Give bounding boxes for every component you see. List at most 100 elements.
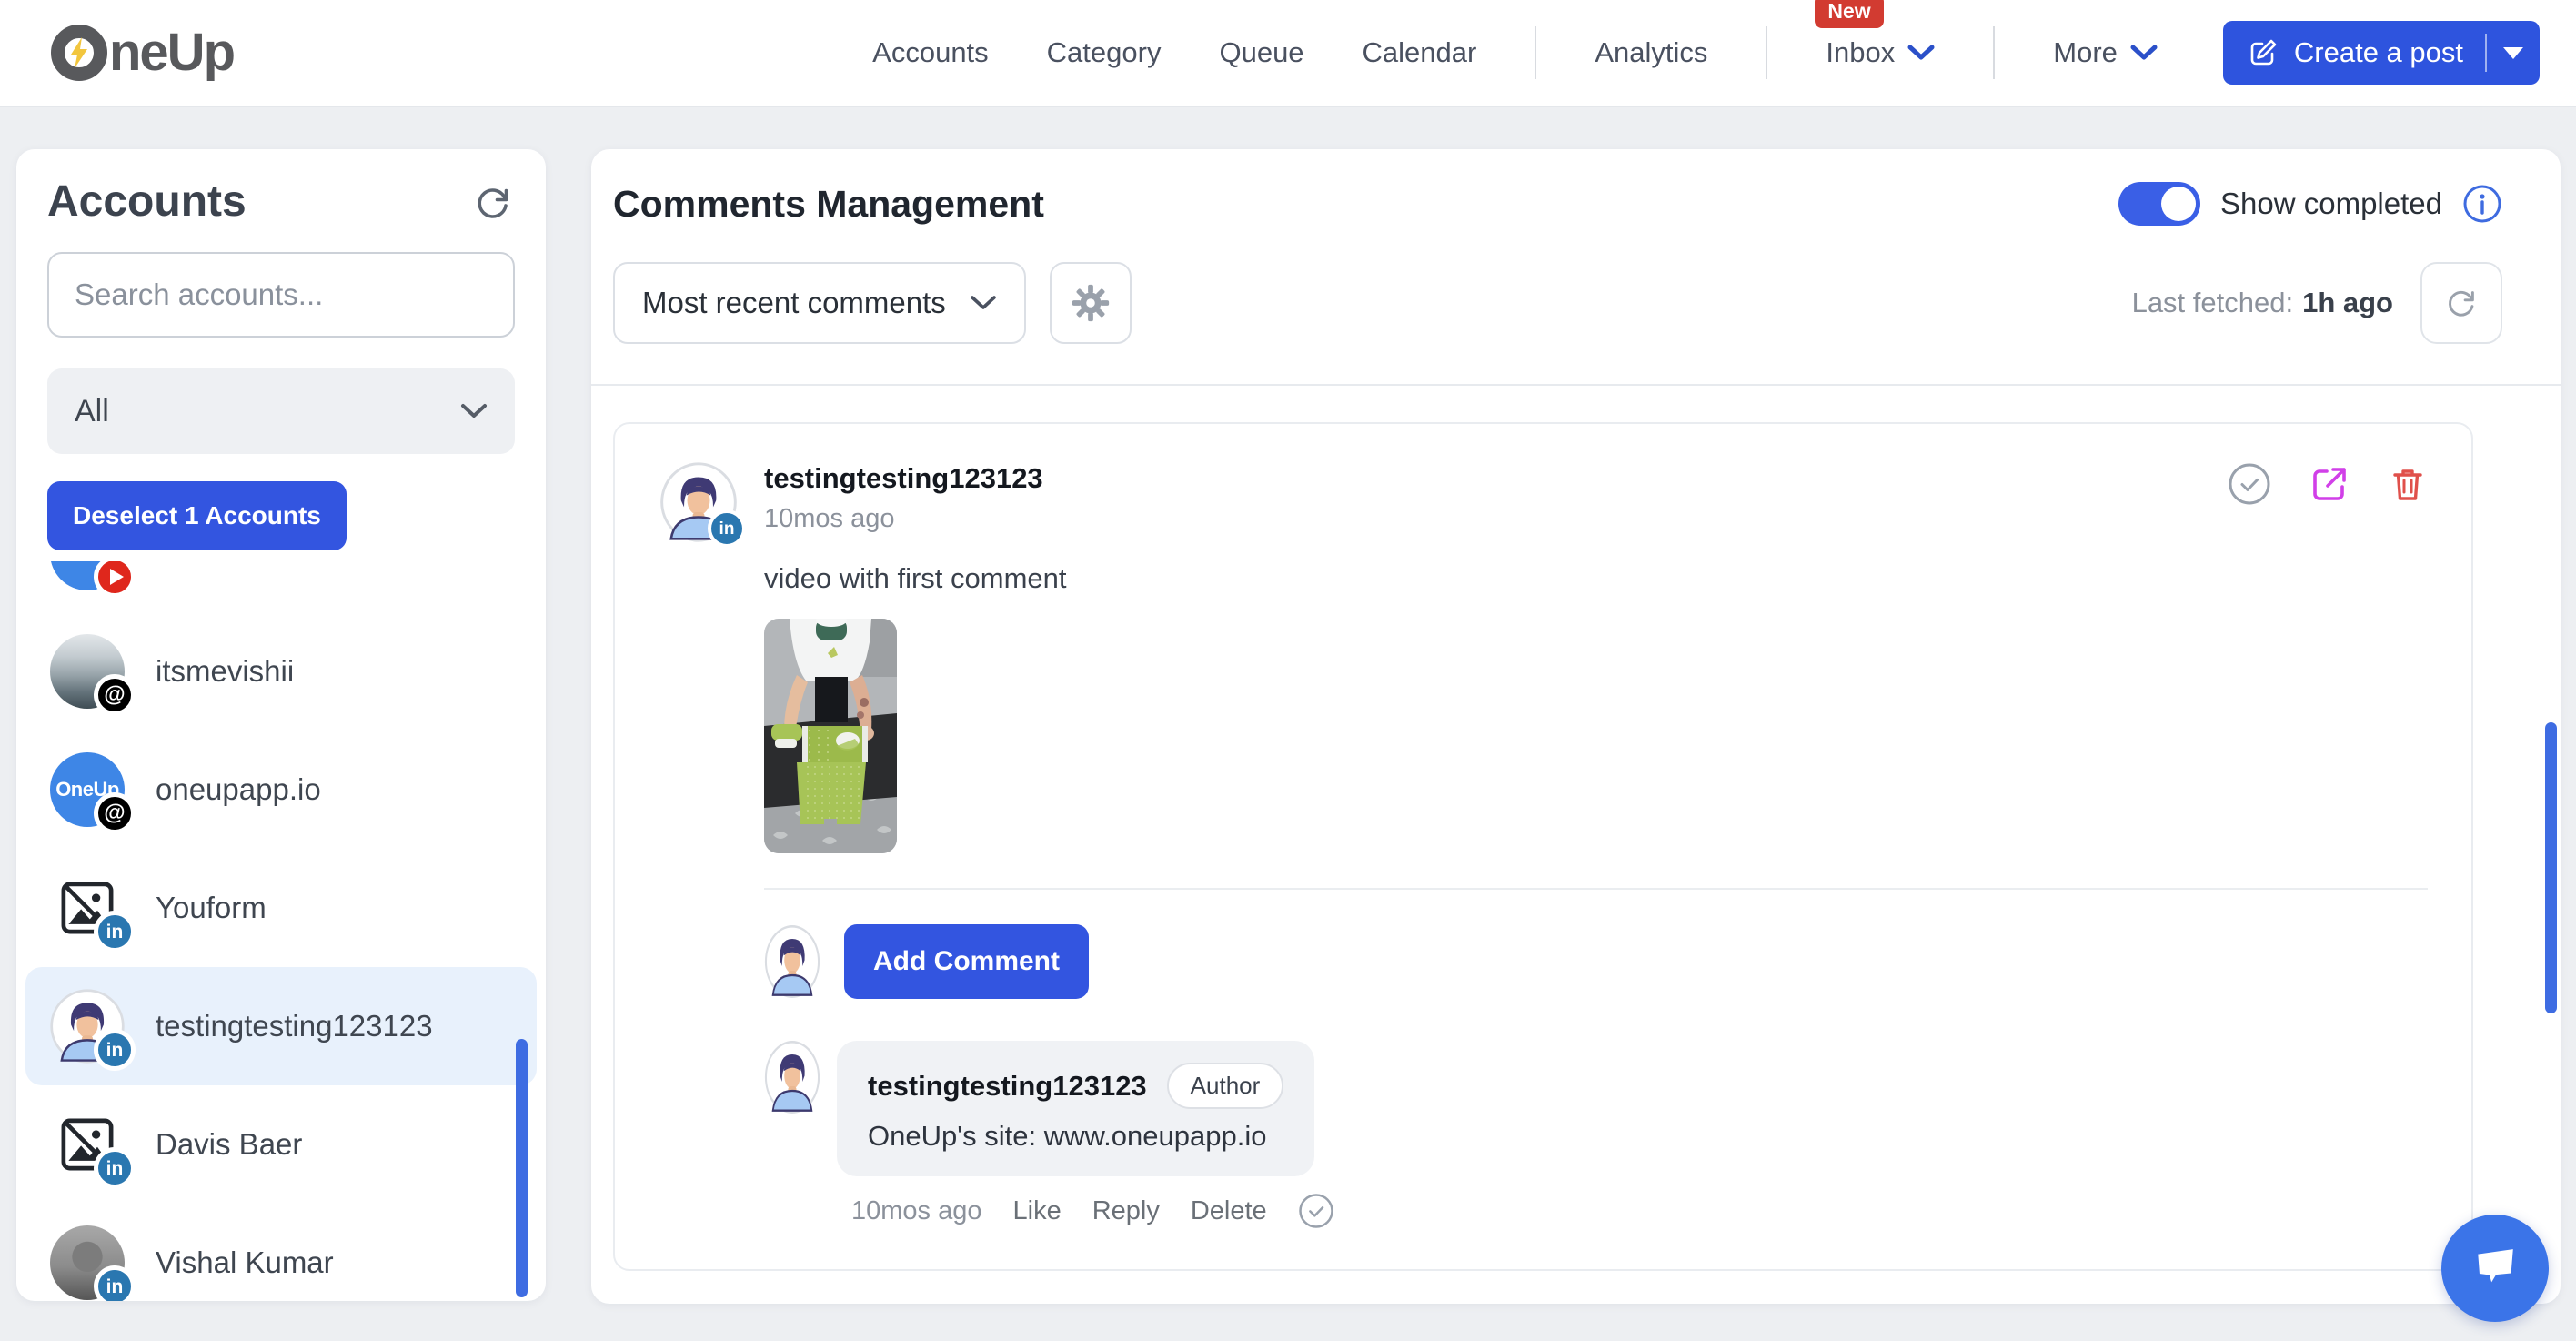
show-completed-toggle[interactable]: [2118, 182, 2200, 226]
page-title: Comments Management: [613, 183, 1044, 226]
person-avatar: [764, 925, 820, 998]
comments-scrollbar[interactable]: [2545, 722, 2557, 1013]
account-name: Davis Baer: [156, 1127, 302, 1162]
linkedin-icon: in: [708, 509, 746, 548]
account-name: Vishal Kumar: [156, 1245, 334, 1280]
avatar: in: [50, 989, 125, 1064]
comment-card: in testingtesting123123 10mos ago video …: [613, 422, 2473, 1271]
nav-item-inbox[interactable]: New Inbox: [1826, 36, 1935, 69]
avatar: [50, 561, 125, 590]
divider: [2485, 34, 2487, 72]
top-nav: neUp Accounts Category Queue Calendar An…: [0, 0, 2576, 107]
mark-complete-icon[interactable]: [2228, 462, 2271, 506]
deselect-accounts-button[interactable]: Deselect 1 Accounts: [47, 481, 347, 550]
open-external-icon[interactable]: [2309, 464, 2350, 504]
nav-item-more[interactable]: More: [2053, 36, 2158, 69]
toggle-knob: [2161, 187, 2196, 221]
threads-icon: @: [94, 792, 136, 834]
chat-bubble-icon: [2465, 1238, 2525, 1298]
threads-icon: @: [94, 674, 136, 716]
nav-item-category[interactable]: Category: [1047, 36, 1162, 69]
refetch-comments-button[interactable]: [2420, 262, 2502, 344]
delete-reply-button[interactable]: Delete: [1191, 1196, 1267, 1226]
account-item[interactable]: [25, 561, 537, 612]
chevron-down-icon: [460, 403, 488, 419]
like-button[interactable]: Like: [1013, 1196, 1062, 1226]
last-fetched-label: Last fetched:: [2132, 287, 2294, 319]
account-filter-value: All: [75, 394, 109, 429]
accounts-sidebar: Accounts All Deselect 1 Accounts @: [16, 149, 546, 1301]
reply-author: testingtesting123123: [868, 1070, 1147, 1103]
reply-time: 10mos ago: [851, 1196, 982, 1226]
nav-item-accounts[interactable]: Accounts: [872, 36, 989, 69]
avatar: OneUp @: [50, 752, 125, 827]
account-name: oneupapp.io: [156, 772, 321, 807]
divider: [1766, 26, 1767, 79]
caret-down-icon[interactable]: [2503, 47, 2523, 59]
account-name: testingtesting123123: [156, 1009, 433, 1044]
mark-reply-complete-icon[interactable]: [1298, 1193, 1334, 1229]
account-list: @ itsmevishii OneUp @ oneupapp.io in Yo: [25, 561, 537, 1301]
divider: [1993, 26, 1995, 79]
support-chat-button[interactable]: [2441, 1215, 2549, 1322]
avatar: [764, 1041, 820, 1114]
chevron-down-icon: [970, 295, 997, 311]
comments-panel: Comments Management Show completed Most …: [591, 149, 2561, 1304]
account-filter-select[interactable]: All: [47, 368, 515, 454]
account-item[interactable]: in Youform: [25, 849, 537, 967]
sort-comments-dropdown[interactable]: Most recent comments: [613, 262, 1026, 344]
linkedin-icon: in: [94, 1147, 136, 1189]
account-name: itsmevishii: [156, 654, 294, 689]
linkedin-icon: in: [94, 1265, 136, 1301]
account-item[interactable]: OneUp @ oneupapp.io: [25, 731, 537, 849]
account-item[interactable]: in Vishal Kumar: [25, 1204, 537, 1301]
last-fetched-value: 1h ago: [2302, 287, 2393, 319]
compose-icon: [2247, 36, 2279, 69]
reply-bubble: testingtesting123123 Author OneUp's site…: [837, 1041, 1314, 1176]
new-badge: New: [1815, 0, 1883, 28]
divider: [1535, 26, 1536, 79]
refresh-accounts-button[interactable]: [471, 180, 515, 224]
info-icon[interactable]: [2462, 184, 2502, 224]
comment-time: 10mos ago: [764, 504, 1043, 534]
add-comment-button[interactable]: Add Comment: [844, 924, 1089, 999]
reply-button[interactable]: Reply: [1092, 1196, 1160, 1226]
sidebar-scrollbar[interactable]: [516, 1039, 528, 1297]
nav-item-more-label: More: [2053, 36, 2118, 69]
avatar: in: [50, 1225, 125, 1300]
reply-text: OneUp's site: www.oneupapp.io: [868, 1120, 1283, 1153]
nav-item-analytics[interactable]: Analytics: [1595, 36, 1707, 69]
gear-icon: [1070, 282, 1112, 324]
search-accounts-input[interactable]: [47, 252, 515, 338]
sidebar-title: Accounts: [47, 176, 247, 227]
chevron-down-icon: [1907, 45, 1935, 61]
create-post-label: Create a post: [2294, 36, 2463, 69]
create-post-button[interactable]: Create a post: [2223, 21, 2540, 85]
oneup-logo[interactable]: neUp: [51, 25, 234, 81]
nav-item-calendar[interactable]: Calendar: [1363, 36, 1477, 69]
chevron-down-icon: [2130, 45, 2158, 61]
oneup-logo-text: neUp: [109, 26, 234, 79]
avatar: [764, 925, 820, 998]
account-item[interactable]: @ itsmevishii: [25, 612, 537, 731]
person-avatar: [764, 1041, 820, 1114]
account-item[interactable]: in Davis Baer: [25, 1085, 537, 1204]
youtube-icon: [94, 561, 136, 598]
account-item-selected[interactable]: in testingtesting123123: [25, 967, 537, 1085]
comments-settings-button[interactable]: [1050, 262, 1132, 344]
linkedin-icon: in: [94, 1029, 136, 1071]
avatar: in: [659, 460, 739, 544]
show-completed-label: Show completed: [2220, 187, 2442, 221]
author-badge: Author: [1167, 1063, 1284, 1109]
avatar: in: [50, 871, 125, 945]
delete-icon[interactable]: [2388, 464, 2428, 504]
refresh-icon: [471, 180, 515, 224]
account-name: Youform: [156, 891, 267, 925]
video-thumbnail[interactable]: [764, 619, 897, 853]
avatar: in: [50, 1107, 125, 1182]
nav-item-inbox-label: Inbox: [1826, 36, 1895, 69]
comment-author: testingtesting123123: [764, 462, 1043, 495]
nav-item-queue[interactable]: Queue: [1219, 36, 1303, 69]
linkedin-icon: in: [94, 911, 136, 953]
sort-comments-value: Most recent comments: [642, 286, 946, 320]
